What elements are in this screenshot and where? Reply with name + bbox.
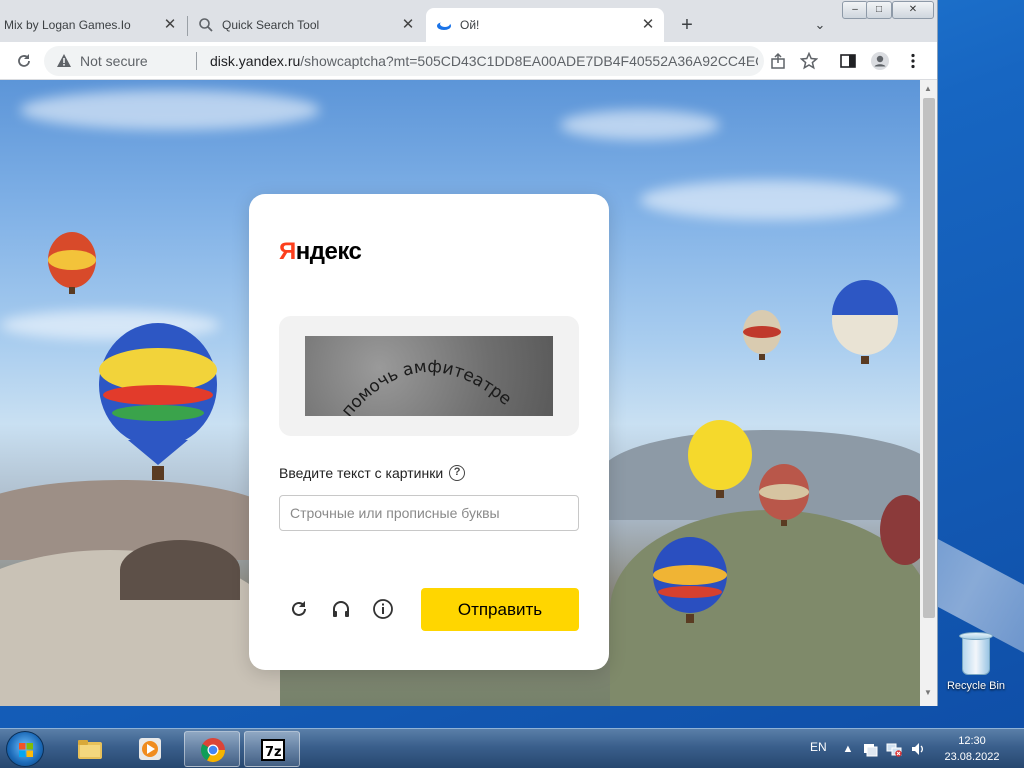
captcha-answer-input[interactable] xyxy=(279,495,579,531)
url-text[interactable]: disk.yandex.ru/showcaptcha?mt=505CD43C1D… xyxy=(210,53,758,69)
language-indicator[interactable]: EN xyxy=(810,740,827,754)
page-viewport: Яндекс помочь амфитеатре Введите текст с… xyxy=(0,80,920,706)
network-icon[interactable] xyxy=(886,741,902,757)
yandex-logo: Яндекс xyxy=(279,238,362,265)
warning-icon xyxy=(57,54,71,67)
share-button[interactable] xyxy=(766,49,790,73)
windows-logo-icon xyxy=(19,743,33,757)
more-vert-icon xyxy=(911,53,915,69)
balloon xyxy=(99,323,217,480)
divider xyxy=(196,52,197,70)
tab-title: Quick Search Tool xyxy=(222,18,320,32)
close-icon[interactable]: ✕ xyxy=(400,17,416,33)
prompt-label: Введите текст с картинки xyxy=(279,465,444,481)
clock-time: 12:30 xyxy=(958,735,986,747)
taskbar-chrome[interactable] xyxy=(184,731,240,767)
tab-strip: Mix by Logan Games.Io ✕ Quick Search Too… xyxy=(0,0,937,42)
balloon xyxy=(688,420,752,498)
recycle-bin-icon xyxy=(959,632,993,676)
scrollbar-thumb[interactable] xyxy=(923,98,935,618)
star-icon xyxy=(799,51,819,70)
profile-button[interactable] xyxy=(868,49,892,73)
reload-icon xyxy=(18,54,30,67)
tab-search-button[interactable]: ⌄ xyxy=(810,14,830,36)
system-clock[interactable]: 12:30 23.08.2022 xyxy=(940,733,1004,765)
chrome-icon xyxy=(200,738,225,763)
tab-active-captcha[interactable]: Ой! ✕ xyxy=(426,8,664,42)
scroll-down-arrow-icon[interactable]: ▼ xyxy=(924,688,932,697)
show-hidden-icons-icon[interactable]: ▲ xyxy=(840,741,856,757)
balloon xyxy=(759,464,809,526)
volume-icon[interactable] xyxy=(910,741,926,757)
yandex-disk-icon xyxy=(437,21,451,30)
minimize-button[interactable]: ‒ xyxy=(842,1,868,19)
maximize-button[interactable]: □ xyxy=(866,1,892,19)
side-panel-icon xyxy=(840,54,856,68)
balloon xyxy=(743,310,781,360)
folder-icon xyxy=(78,740,102,759)
refresh-icon xyxy=(292,601,306,616)
balloon xyxy=(48,232,96,294)
taskbar-7zip[interactable]: 7z xyxy=(244,731,300,767)
tab-quick-search[interactable]: Quick Search Tool ✕ xyxy=(188,8,424,42)
browser-toolbar: Not secure disk.yandex.ru/showcaptcha?mt… xyxy=(0,42,937,80)
balloon xyxy=(653,537,727,623)
scroll-up-arrow-icon[interactable]: ▲ xyxy=(924,84,932,93)
captcha-image: помочь амфитеатре xyxy=(305,336,553,416)
page-scrollbar[interactable]: ▲ ▼ xyxy=(920,80,937,706)
svg-text:помочь амфитеатре: помочь амфитеатре xyxy=(338,357,515,416)
info-icon xyxy=(373,599,393,619)
new-tab-button[interactable]: + xyxy=(676,14,698,36)
recycle-bin[interactable]: Recycle Bin xyxy=(940,628,1012,700)
taskbar-media-player[interactable] xyxy=(122,731,178,767)
security-status[interactable]: Not secure xyxy=(80,53,148,69)
media-player-icon xyxy=(139,738,161,760)
headphones-icon xyxy=(333,601,349,617)
menu-button[interactable] xyxy=(901,49,925,73)
submit-button[interactable]: Отправить xyxy=(421,588,579,631)
balloon xyxy=(832,280,898,364)
recycle-bin-label: Recycle Bin xyxy=(946,680,1006,692)
tab-mix-by-logan[interactable]: Mix by Logan Games.Io ✕ xyxy=(0,8,186,42)
captcha-container: помочь амфитеатре xyxy=(279,316,579,436)
tab-title: Mix by Logan Games.Io xyxy=(4,18,131,32)
taskbar: 7z EN ▲ 12:30 23.08.2022 xyxy=(0,728,1024,768)
bookmark-button[interactable] xyxy=(797,49,821,73)
refresh-captcha-button[interactable] xyxy=(287,598,311,622)
captcha-card: Яндекс помочь амфитеатре Введите текст с… xyxy=(249,194,609,670)
address-bar[interactable]: Not secure disk.yandex.ru/showcaptcha?mt… xyxy=(44,46,764,76)
help-icon[interactable]: ? xyxy=(449,465,466,481)
7zip-icon: 7z xyxy=(261,739,285,761)
avatar-icon xyxy=(871,52,889,70)
clock-date: 23.08.2022 xyxy=(944,751,1000,763)
close-icon[interactable]: ✕ xyxy=(162,17,178,33)
audio-captcha-button[interactable] xyxy=(329,598,353,622)
tab-title: Ой! xyxy=(460,18,480,32)
start-button[interactable] xyxy=(6,731,44,767)
url-path: /showcaptcha?mt=505CD43C1DD8EA00ADE7DB4F… xyxy=(300,53,758,69)
side-panel-button[interactable] xyxy=(836,49,860,73)
balloon xyxy=(880,495,920,565)
url-host: disk.yandex.ru xyxy=(210,53,301,69)
reload-button[interactable] xyxy=(12,49,36,73)
captcha-text: помочь амфитеатре xyxy=(338,357,515,416)
info-button[interactable] xyxy=(371,598,395,622)
search-icon xyxy=(199,18,213,32)
share-icon xyxy=(771,52,785,69)
action-center-icon[interactable] xyxy=(862,741,878,757)
close-icon[interactable]: ✕ xyxy=(640,17,656,33)
browser-window: Mix by Logan Games.Io ✕ Quick Search Too… xyxy=(0,0,938,706)
taskbar-explorer[interactable] xyxy=(62,731,118,767)
svg-text:7z: 7z xyxy=(265,745,282,760)
close-window-button[interactable]: ✕ xyxy=(892,1,934,19)
captcha-prompt: Введите текст с картинки ? xyxy=(279,465,466,481)
